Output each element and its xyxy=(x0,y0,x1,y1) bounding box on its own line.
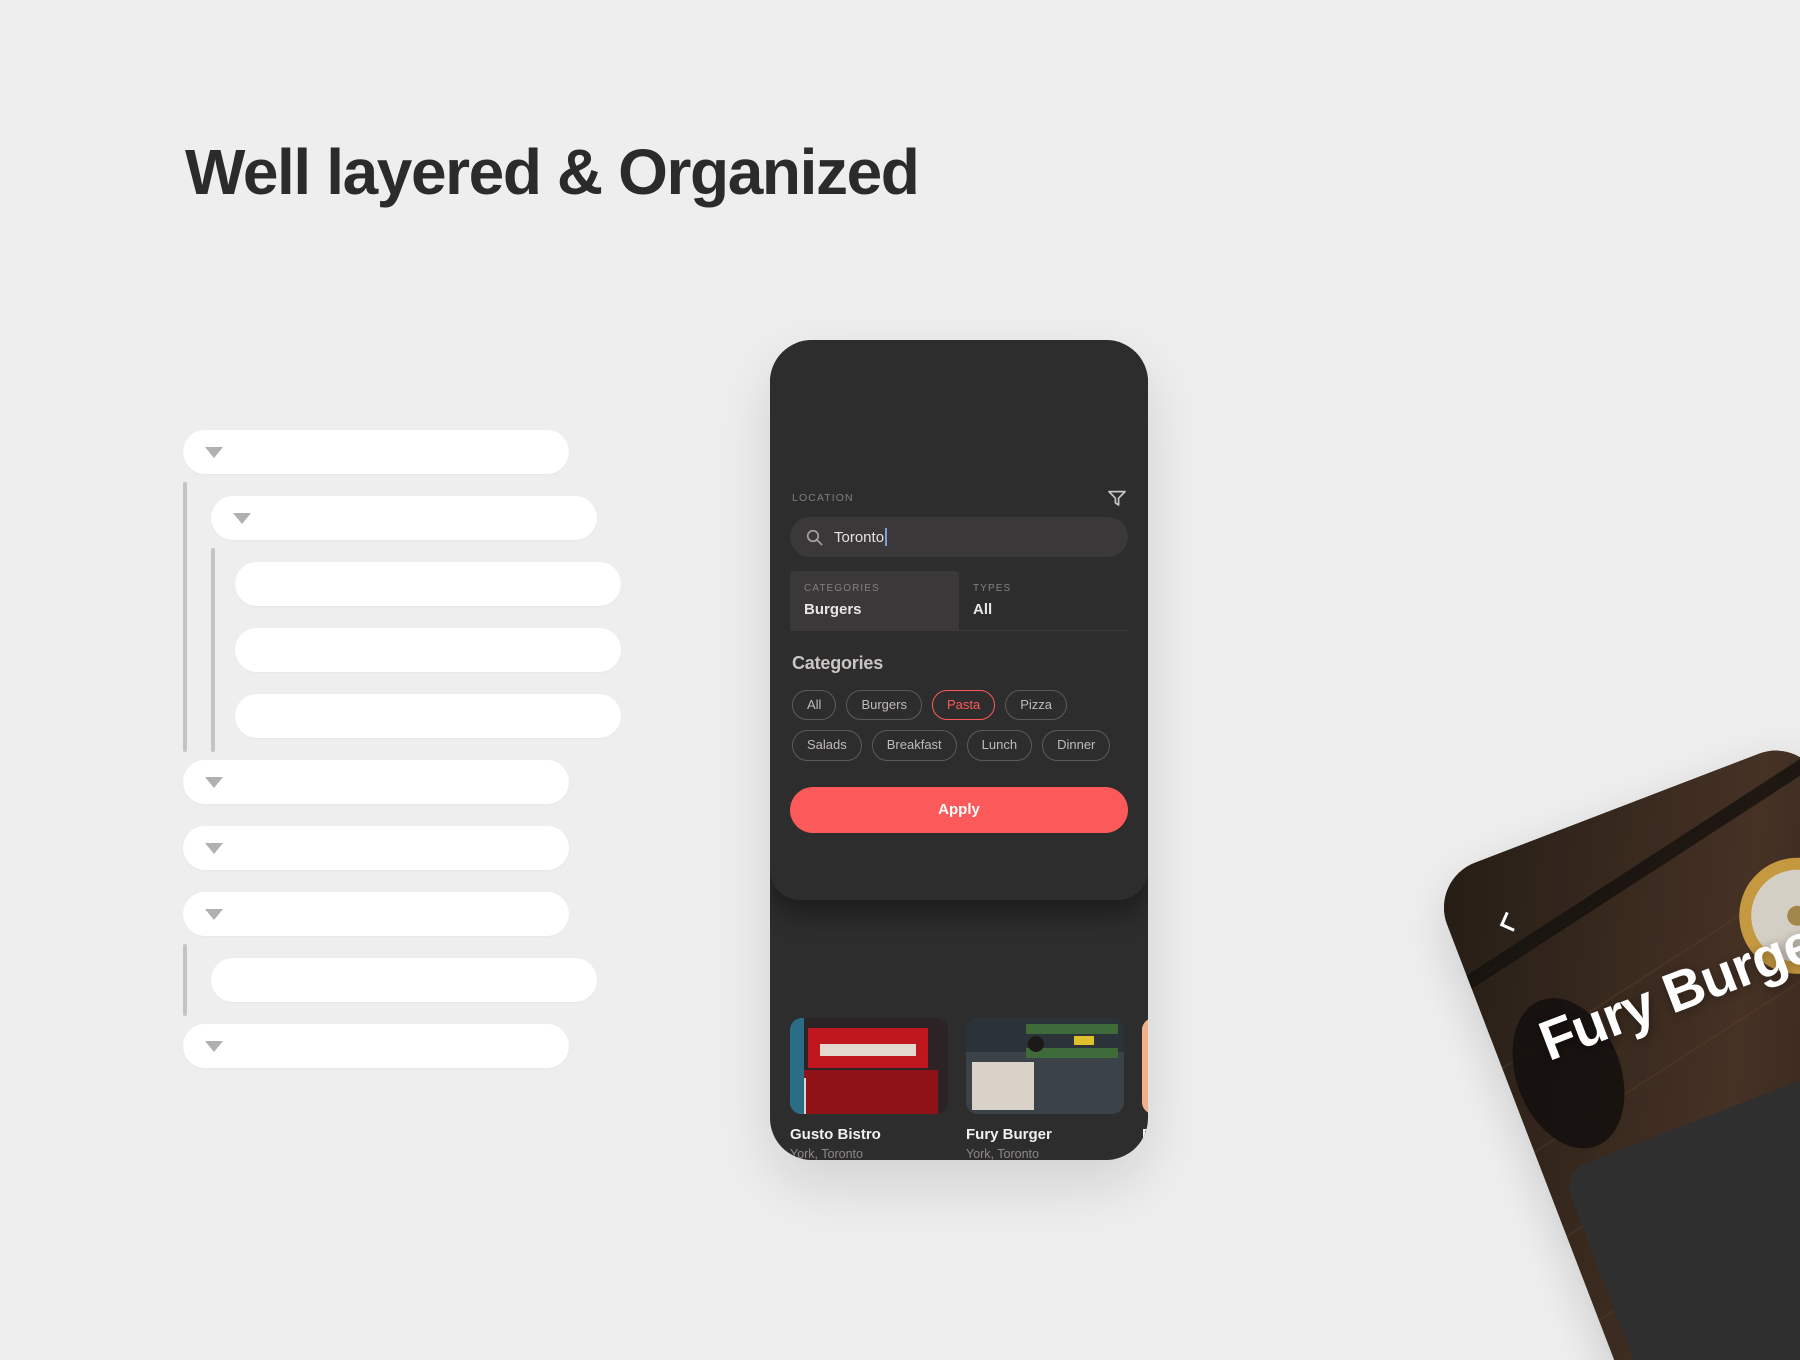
filter-tab-value: All xyxy=(973,601,993,618)
chevron-down-icon[interactable] xyxy=(233,512,251,524)
filter-tab-label: TYPES xyxy=(973,583,1012,594)
category-chip-salads[interactable]: Salads xyxy=(792,730,862,761)
restaurant-card-location: York, Toronto xyxy=(966,1147,1039,1160)
search-input[interactable]: Toronto xyxy=(790,517,1128,557)
layer-tree-row-bar[interactable] xyxy=(235,628,621,672)
funnel-glyph xyxy=(1108,490,1126,506)
restaurant-card-image xyxy=(790,1018,948,1114)
chevron-down-icon[interactable] xyxy=(205,1040,223,1052)
layer-tree-row-bar[interactable] xyxy=(211,958,597,1002)
layer-tree-row[interactable] xyxy=(183,680,643,752)
category-chip-list: All Burgers Pasta Pizza Salads Breakfast Lunch… xyxy=(790,690,1128,761)
layer-tree-row-bar[interactable] xyxy=(183,892,569,936)
tree-indent-guide xyxy=(211,614,215,686)
restaurant-card-image xyxy=(1142,1018,1148,1114)
layer-tree-row[interactable] xyxy=(183,1024,643,1068)
tree-indent-guide xyxy=(211,680,215,752)
filter-sheet: LOCATION Toronto CATEGORIES Burgers TYPES A… xyxy=(770,340,1148,900)
chevron-down-icon[interactable] xyxy=(205,908,223,920)
layer-tree-row-bar[interactable] xyxy=(183,430,569,474)
restaurant-card[interactable]: PizzazenYork, Toronto4.3 xyxy=(1142,1018,1148,1160)
search-input-value: Toronto xyxy=(834,528,885,546)
category-chip-burgers[interactable]: Burgers xyxy=(846,690,922,721)
restaurant-card-row: Gusto BistroYork, Toronto4.3Fury BurgerY… xyxy=(790,1018,1148,1160)
chevron-down-icon[interactable] xyxy=(205,776,223,788)
tree-indent-guide xyxy=(183,944,187,1016)
location-label: LOCATION xyxy=(792,492,854,504)
tree-indent-guide xyxy=(183,614,187,686)
layer-tree-row-bar[interactable] xyxy=(183,826,569,870)
layer-tree-row[interactable] xyxy=(183,430,643,474)
tree-indent-guide xyxy=(183,548,187,620)
filter-tab-label: CATEGORIES xyxy=(804,583,880,594)
layer-tree-row-bar[interactable] xyxy=(183,760,569,804)
category-chip-pizza[interactable]: Pizza xyxy=(1005,690,1068,721)
category-chip-all[interactable]: All xyxy=(792,690,837,721)
funnel-icon[interactable] xyxy=(1108,490,1126,506)
tree-indent-guide xyxy=(183,680,187,752)
chevron-down-icon[interactable] xyxy=(205,842,223,854)
restaurant-card-name: Fury Burger xyxy=(966,1126,1052,1143)
layer-tree-row[interactable] xyxy=(183,482,643,554)
sheet-header-spacer xyxy=(790,340,1128,490)
apply-button[interactable]: Apply xyxy=(790,786,1128,833)
search-glyph xyxy=(806,529,823,545)
layer-tree-row[interactable] xyxy=(183,826,643,870)
restaurant-card-name: Gusto Bistro xyxy=(790,1126,881,1143)
restaurant-card-location: York, Toronto xyxy=(1142,1147,1148,1160)
chevron-down-icon[interactable] xyxy=(205,446,223,458)
restaurant-card-name: Pizzazen xyxy=(1142,1126,1148,1143)
restaurant-card[interactable]: Gusto BistroYork, Toronto4.3 xyxy=(790,1018,948,1160)
restaurant-card[interactable]: Fury BurgerYork, Toronto4.3 xyxy=(966,1018,1124,1160)
category-chip-breakfast[interactable]: Breakfast xyxy=(871,730,957,761)
category-chip-pasta[interactable]: Pasta xyxy=(931,690,996,721)
layer-tree-row-bar[interactable] xyxy=(211,496,597,540)
restaurant-card-location: York, Toronto xyxy=(790,1147,863,1160)
filter-tab-categories[interactable]: CATEGORIES Burgers xyxy=(790,571,959,630)
layer-tree-row[interactable] xyxy=(183,760,643,804)
filter-tabs: CATEGORIES Burgers TYPES All xyxy=(790,571,1128,631)
layer-tree-row[interactable] xyxy=(183,892,643,936)
layer-tree-row-bar[interactable] xyxy=(183,1024,569,1068)
layer-tree-panel xyxy=(183,430,643,1090)
location-row: LOCATION xyxy=(790,490,1128,506)
layer-tree-row[interactable] xyxy=(183,614,643,686)
layer-tree-row-bar[interactable] xyxy=(235,562,621,606)
phone-mockup-detail: Fury Burger xyxy=(1430,736,1800,1360)
restaurant-card-image xyxy=(966,1018,1124,1114)
phone-mockup-search: Search Gusto BistroYork, Toronto4.3Fury … xyxy=(770,340,1148,1160)
filter-tab-value: Burgers xyxy=(804,601,862,618)
search-icon xyxy=(806,529,823,546)
text-cursor xyxy=(885,528,887,546)
category-chip-dinner[interactable]: Dinner xyxy=(1042,730,1111,761)
page-title: Well layered & Organized xyxy=(185,136,920,208)
category-chip-lunch[interactable]: Lunch xyxy=(966,730,1033,761)
filter-tab-types[interactable]: TYPES All xyxy=(959,571,1128,630)
categories-heading: Categories xyxy=(792,653,884,673)
layer-tree-row[interactable] xyxy=(183,548,643,620)
tree-indent-guide xyxy=(183,482,187,554)
tree-indent-guide xyxy=(211,548,215,620)
layer-tree-row-bar[interactable] xyxy=(235,694,621,738)
layer-tree-row[interactable] xyxy=(183,944,643,1016)
